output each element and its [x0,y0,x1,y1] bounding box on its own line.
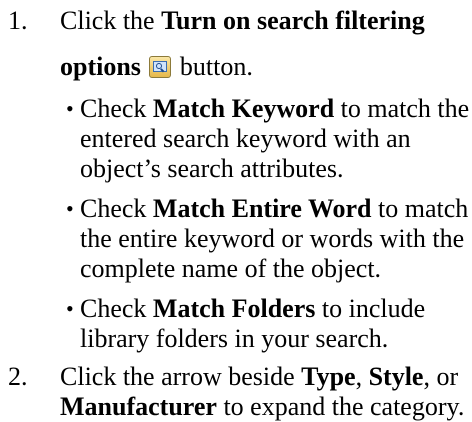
search-filter-icon [149,56,172,78]
step-1-button-name: Turn on search filtering [161,6,425,35]
step-1-text-end: button. [173,52,253,81]
bullet-text: Check [80,294,153,323]
bullet-text: Check [80,94,153,123]
bullet-option-name: Match Entire Word [152,194,372,223]
bullet-option-name: Match Keyword [152,94,335,123]
bullet-marker: • [66,296,74,321]
step-1-text: Click the [60,6,162,35]
bullet-line: Check Match Entire Word to match [80,194,468,224]
bullet-marker: • [66,96,74,121]
step-2-manufacturer: Manufacturer [60,392,217,421]
step-number: 2. [8,362,28,391]
step-2-style: Style [368,362,424,391]
step-2-line-2: Manufacturer to expand the category. [60,392,464,422]
bullet-option-name: Match Folders [152,294,316,323]
bullet-line: library folders in your search. [80,324,389,353]
step-2-sep: , or [423,362,459,391]
bullet-marker: • [66,196,74,221]
bullet-line: Check Match Folders to include [80,294,425,324]
step-1-line-2: options button. [60,52,253,82]
bullet-line: entered search keyword with an [80,124,411,153]
step-1-button-name-cont: options [60,52,141,81]
step-2-type: Type [301,362,356,391]
bullet-line: Check Match Keyword to match the [80,94,469,124]
step-number: 1. [8,6,28,35]
step-2-sep: , [355,362,369,391]
bullet-line: complete name of the object. [80,254,382,283]
bullet-line: object’s search attributes. [80,154,344,183]
step-2-text: Click the arrow beside [60,362,302,391]
step-2-line-1: Click the arrow beside Type, Style, or [60,362,458,392]
bullet-text: to match the [334,94,470,123]
bullet-line: the entire keyword or words with the [80,224,465,253]
step-2-text-end: to expand the category. [216,392,465,421]
bullet-text: to match [371,194,469,223]
bullet-text: to include [315,294,426,323]
bullet-text: Check [80,194,153,223]
step-1-line-1: Click the Turn on search filtering [60,6,425,36]
